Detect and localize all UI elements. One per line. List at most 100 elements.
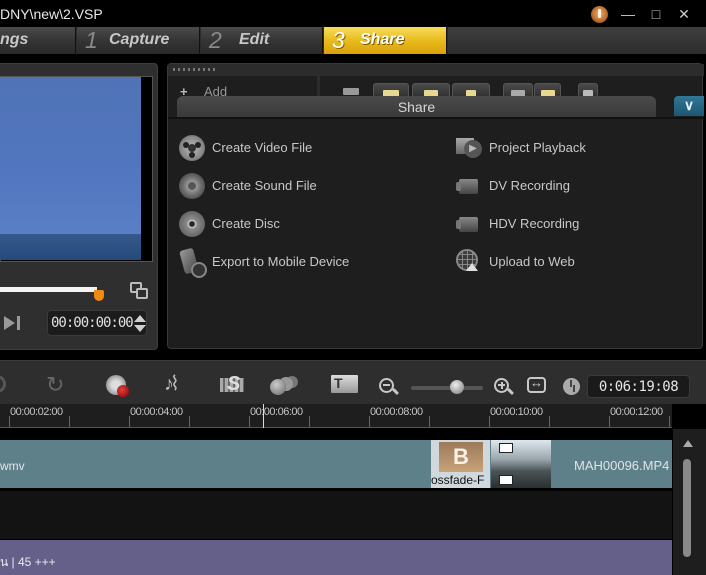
tab-label: Share xyxy=(360,31,405,48)
ruler-tick xyxy=(609,416,610,427)
ruler-tick xyxy=(429,416,430,427)
scrub-bar[interactable] xyxy=(0,287,97,292)
share-item-label: Create Sound File xyxy=(212,178,317,193)
ruler-tick xyxy=(369,416,370,427)
minimize-button[interactable]: — xyxy=(620,6,636,22)
ruler-label: 00:00:06:00 xyxy=(250,406,303,418)
grip-icon xyxy=(173,68,218,71)
spin-up-icon[interactable] xyxy=(134,315,146,322)
timeline-ruler[interactable]: 00:00:02:00 00:00:04:00 00:00:06:00 00:0… xyxy=(0,404,672,428)
tab-label: ngs xyxy=(0,31,29,48)
redo-icon[interactable]: ↻ xyxy=(46,372,70,397)
scroll-thumb[interactable] xyxy=(683,459,691,557)
clock-icon xyxy=(563,378,580,395)
collapse-panel-button[interactable]: ∨ xyxy=(674,96,704,116)
mobile-device-icon xyxy=(179,249,207,278)
transition-thumbnail xyxy=(439,442,483,472)
globe-upload-icon xyxy=(456,249,478,271)
title-bar: DNY\new\2.VSP — □ ✕ xyxy=(0,0,706,28)
share-header: Share xyxy=(177,96,656,117)
playback-icon xyxy=(456,135,482,161)
next-frame-icon[interactable] xyxy=(4,315,22,331)
tab-label: Edit xyxy=(239,31,270,48)
title-track[interactable]: น | 45 +++ xyxy=(0,540,672,575)
ruler-tick xyxy=(189,416,190,427)
subtitle-editor-icon[interactable] xyxy=(331,375,358,397)
overlay-track[interactable] xyxy=(0,491,672,539)
project-duration-value: 0:06:19:08 xyxy=(598,379,679,395)
ruler-label: 00:00:10:00 xyxy=(490,406,543,418)
reel-menu-icon[interactable] xyxy=(591,6,608,23)
tab-number: 3 xyxy=(332,27,345,53)
video-badge-icon xyxy=(499,443,513,453)
tab-share[interactable]: 3 Share xyxy=(324,27,447,54)
ruler-tick xyxy=(249,416,250,427)
transition-label: ossfade-F xyxy=(431,473,485,487)
timeline-scrollbar[interactable] xyxy=(673,429,706,575)
share-item-label: Create Video File xyxy=(212,140,313,155)
auto-music-icon[interactable] xyxy=(220,373,244,397)
record-capture-icon[interactable] xyxy=(106,375,130,397)
zoom-out-icon[interactable] xyxy=(379,375,403,397)
timeline-tracks: wmv ossfade-F MAH00096.MP4 น | 45 +++ xyxy=(0,429,672,575)
sound-mixer-icon[interactable]: ♪⌇ xyxy=(164,371,188,395)
timeline-toolbar: ↻ ♪⌇ 0:06:19:08 xyxy=(0,360,706,404)
ruler-tick xyxy=(669,416,670,427)
ruler-tick xyxy=(9,416,10,427)
ruler-tick xyxy=(69,416,70,427)
video-clip-thumbnail[interactable] xyxy=(491,440,551,488)
tab-bar-filler xyxy=(448,27,706,54)
close-button[interactable]: ✕ xyxy=(676,6,692,22)
fit-project-icon[interactable] xyxy=(527,375,546,393)
step-tabs: ngs 1 Capture 2 Edit 3 Share xyxy=(0,27,706,54)
preview-image-sky xyxy=(0,77,141,234)
motion-tracking-icon[interactable] xyxy=(270,375,294,397)
sound-file-icon xyxy=(179,173,205,199)
video-track[interactable]: wmv ossfade-F MAH00096.MP4 xyxy=(0,440,672,488)
film-reel-icon xyxy=(179,135,205,161)
zoom-in-icon[interactable] xyxy=(494,375,518,397)
ruler-tick xyxy=(489,416,490,427)
enlarge-preview-icon[interactable] xyxy=(130,282,148,300)
timecode-field[interactable]: 00:00:00:00 xyxy=(47,310,147,336)
panel-grip-bar[interactable] xyxy=(168,64,704,76)
divider xyxy=(168,117,704,119)
playhead[interactable] xyxy=(263,404,264,428)
tab-number: 2 xyxy=(209,27,222,53)
video-clip-label: MAH00096.MP4 xyxy=(574,458,670,473)
preview-image-sea xyxy=(0,234,141,260)
tab-number: 1 xyxy=(85,27,98,53)
project-duration-field: 0:06:19:08 xyxy=(587,375,690,398)
timecode-spinner[interactable] xyxy=(134,314,146,334)
share-item-label: Export to Mobile Device xyxy=(212,254,350,269)
disc-icon xyxy=(179,211,205,237)
video-clip-label: wmv xyxy=(0,459,25,473)
tab-capture[interactable]: 1 Capture xyxy=(77,27,200,54)
divider xyxy=(317,76,320,98)
ruler-label: 00:00:04:00 xyxy=(130,406,183,418)
scrub-handle[interactable] xyxy=(94,290,104,301)
zoom-slider-thumb[interactable] xyxy=(450,380,464,394)
ruler-tick xyxy=(549,416,550,427)
zoom-slider[interactable] xyxy=(411,386,483,390)
scroll-up-icon[interactable] xyxy=(683,440,693,447)
maximize-button[interactable]: □ xyxy=(648,6,664,22)
camcorder-icon xyxy=(456,173,482,199)
ruler-tick xyxy=(309,416,310,427)
share-item-label: Create Disc xyxy=(212,216,280,231)
tab-edit[interactable]: 2 Edit xyxy=(201,27,323,54)
window-title: DNY\new\2.VSP xyxy=(0,6,103,22)
timecode-value: 00:00:00:00 xyxy=(51,315,134,331)
undo-icon[interactable] xyxy=(0,375,6,393)
ruler-tick xyxy=(129,416,130,427)
library-panel: + Add Share ∨ Create Video File Create So… xyxy=(167,63,704,349)
share-item-label: HDV Recording xyxy=(489,216,580,231)
share-item-label: Project Playback xyxy=(489,140,586,155)
audio-badge-icon xyxy=(499,475,513,485)
title-clip-label: น | 45 +++ xyxy=(0,555,56,569)
tab-settings[interactable]: ngs xyxy=(0,27,76,54)
spin-down-icon[interactable] xyxy=(134,325,146,332)
ruler-label: 00:00:02:00 xyxy=(10,406,63,418)
ruler-label: 00:00:12:00 xyxy=(610,406,663,418)
double-chevron-down-icon: ∨ xyxy=(683,97,695,113)
